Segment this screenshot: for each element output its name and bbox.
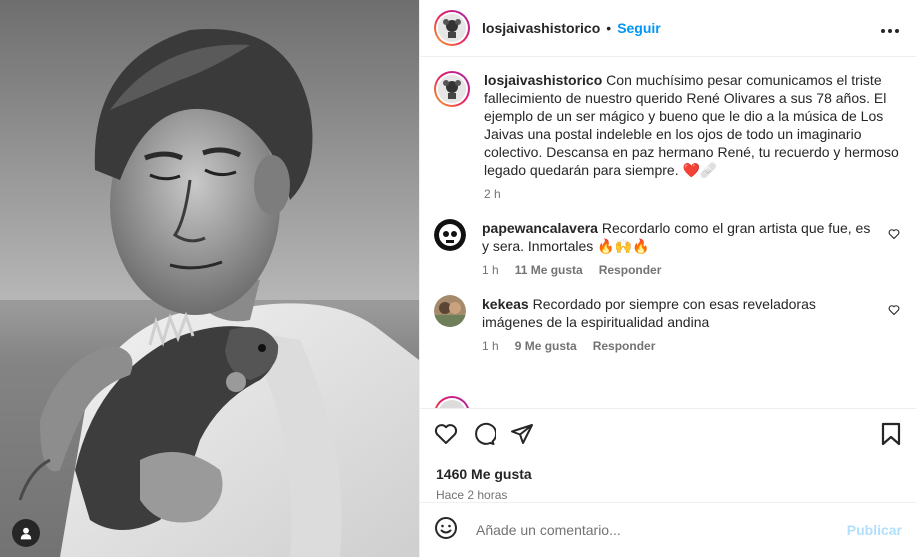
author-avatar[interactable]	[434, 10, 470, 46]
caption-author-avatar[interactable]	[434, 71, 470, 107]
black-and-white-portrait-image	[0, 0, 419, 557]
publish-button[interactable]: Publicar	[847, 522, 902, 538]
caption-username[interactable]: losjaivashistorico	[484, 72, 602, 88]
post-photo[interactable]	[0, 0, 419, 557]
separator-dot: •	[606, 20, 612, 36]
comment-likes[interactable]: 9 Me gusta	[515, 339, 577, 353]
author-username[interactable]: losjaivashistorico	[482, 20, 600, 36]
user-tag-icon	[20, 527, 32, 540]
reply-button[interactable]: Responder	[593, 339, 656, 353]
comment-text: Recordado por siempre con esas revelador…	[482, 296, 816, 330]
photo-avatar-icon	[434, 295, 466, 327]
bookmark-icon[interactable]	[880, 422, 902, 451]
caption: losjaivashistorico Con muchísimo pesar c…	[434, 71, 900, 201]
follow-button[interactable]: Seguir	[617, 20, 661, 36]
band-logo-icon	[438, 75, 466, 103]
post-timestamp[interactable]: Hace 2 horas	[420, 488, 916, 502]
comment-item: kekeas Recordado por siempre con esas re…	[434, 295, 900, 353]
caption-time[interactable]: 2 h	[484, 187, 501, 201]
band-logo-icon	[438, 14, 466, 42]
like-comment-heart-icon[interactable]	[878, 219, 900, 245]
comments-list[interactable]: losjaivashistorico Con muchísimo pesar c…	[420, 57, 916, 408]
heart-icon[interactable]	[434, 422, 458, 451]
next-comment-avatar[interactable]	[434, 396, 470, 408]
commenter-avatar[interactable]	[434, 295, 466, 327]
post-header: losjaivashistorico • Seguir	[420, 0, 916, 57]
commenter-avatar[interactable]	[434, 219, 466, 251]
comment-item: papewancalavera Recordarlo como el gran …	[434, 219, 900, 277]
tagged-users-button[interactable]	[12, 519, 40, 547]
reply-button[interactable]: Responder	[599, 263, 662, 277]
skull-logo-icon	[434, 219, 466, 251]
comment-likes[interactable]: 11 Me gusta	[515, 263, 583, 277]
comment-username[interactable]: kekeas	[482, 296, 529, 312]
comment-username[interactable]: papewancalavera	[482, 220, 598, 236]
post-dialog: losjaivashistorico • Seguir losjaivashis…	[0, 0, 916, 557]
like-comment-heart-icon[interactable]	[878, 295, 900, 321]
comment-input[interactable]	[474, 521, 847, 539]
comment-time[interactable]: 1 h	[482, 339, 499, 353]
paper-plane-icon[interactable]	[510, 422, 534, 451]
post-sidebar: losjaivashistorico • Seguir losjaivashis…	[419, 0, 916, 557]
comment-icon[interactable]	[472, 422, 498, 451]
more-options-icon[interactable]	[880, 17, 900, 40]
emoji-icon[interactable]	[434, 516, 458, 545]
like-count[interactable]: 1460 Me gusta	[420, 466, 916, 482]
action-bar	[420, 408, 916, 463]
comment-time[interactable]: 1 h	[482, 263, 499, 277]
comment-composer: Publicar	[420, 502, 916, 557]
